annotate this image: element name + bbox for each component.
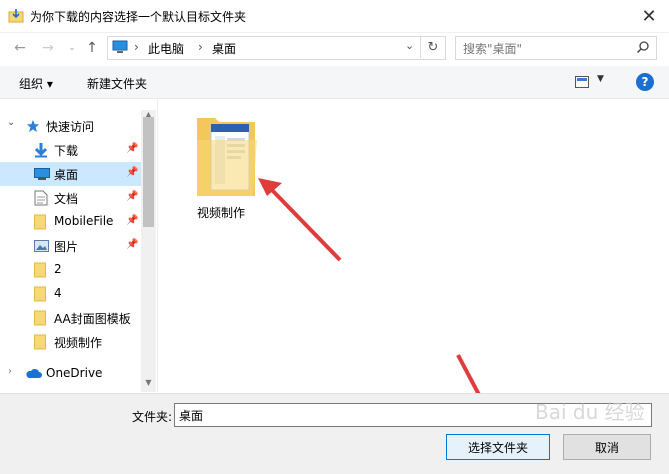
search-placeholder: 搜索"桌面"	[463, 42, 523, 56]
monitor-icon	[112, 40, 128, 53]
refresh-button[interactable]: ↻	[420, 36, 445, 58]
search-icon	[636, 41, 649, 54]
sidebar-item-documents[interactable]: 文档 📌	[0, 186, 141, 210]
sidebar-item-label: 图片	[54, 240, 79, 254]
sidebar-item-pictures[interactable]: 图片 📌	[0, 234, 141, 258]
view-options-icon[interactable]	[575, 76, 589, 88]
address-bar[interactable]: › 此电脑 › 桌面 ⌄	[107, 36, 446, 60]
folder-icon	[34, 262, 46, 278]
up-button[interactable]: ↑	[82, 38, 102, 58]
folder-name: 视频制作	[197, 206, 246, 220]
search-box[interactable]: 搜索"桌面"	[455, 36, 657, 60]
navigation-pane: ⌄ 快速访问 下载 📌 桌面 📌 文档 📌 MobileFile 📌 图片 📌 …	[0, 110, 156, 392]
chevron-right-icon[interactable]: ›	[8, 366, 12, 377]
sidebar-item-label: 文档	[54, 192, 79, 206]
close-button[interactable]: ✕	[629, 0, 669, 32]
document-icon	[34, 190, 48, 206]
download-icon	[34, 143, 48, 158]
pin-icon: 📌	[126, 191, 139, 202]
sidebar-item-onedrive[interactable]: › OneDrive	[0, 362, 141, 386]
new-folder-button[interactable]: 新建文件夹	[87, 75, 147, 92]
sidebar-item-mobilefile[interactable]: MobileFile 📌	[0, 210, 141, 234]
watermark: Bai du 经验	[535, 400, 645, 424]
sidebar-item-label: AA封面图模板	[54, 312, 131, 326]
toolbar: 组织 ▾ 新建文件夹 ▼ ?	[0, 66, 669, 99]
sidebar-item-video-production[interactable]: 视频制作	[0, 330, 141, 354]
pin-icon: 📌	[126, 143, 139, 154]
sidebar-item-label: 4	[54, 286, 62, 300]
download-folder-icon	[8, 9, 24, 23]
breadcrumb-this-pc[interactable]: 此电脑	[148, 40, 184, 57]
pin-icon: 📌	[126, 215, 139, 226]
picture-icon	[34, 240, 49, 252]
sidebar-item-label: 视频制作	[54, 336, 103, 350]
folder-input-value: 桌面	[179, 409, 204, 423]
help-button[interactable]: ?	[636, 73, 654, 91]
folder-icon	[34, 334, 46, 350]
sidebar-item-label: 2	[54, 262, 62, 276]
sidebar-item-desktop[interactable]: 桌面 📌	[0, 162, 141, 186]
folder-icon	[34, 286, 46, 302]
sidebar-item-label: OneDrive	[46, 366, 103, 380]
desktop-icon	[34, 168, 50, 180]
chevron-down-icon[interactable]: ⌄	[405, 39, 414, 52]
breadcrumb-separator: ›	[134, 40, 139, 54]
pin-icon: 📌	[126, 167, 139, 178]
back-button[interactable]: ←	[10, 38, 30, 58]
folder-field-label: 文件夹:	[132, 410, 173, 424]
sidebar-item-downloads[interactable]: 下载 📌	[0, 138, 141, 162]
scroll-down-arrow[interactable]: ▼	[141, 378, 156, 390]
sidebar-item-label: 快速访问	[46, 120, 95, 134]
recent-locations-button[interactable]: ⌄	[62, 38, 82, 58]
sidebar-item-label: MobileFile	[54, 214, 114, 228]
folder-icon	[34, 310, 46, 326]
chevron-expanded-icon[interactable]: ⌄	[7, 117, 15, 128]
view-dropdown-icon[interactable]: ▼	[597, 74, 604, 84]
cloud-icon	[26, 368, 42, 378]
forward-button[interactable]: →	[38, 38, 58, 58]
sidebar-item-folder-2[interactable]: 2	[0, 258, 141, 282]
window-title: 为你下载的内容选择一个默认目标文件夹	[30, 10, 247, 24]
pin-icon: 📌	[126, 239, 139, 250]
cancel-button[interactable]: 取消	[563, 434, 651, 460]
sidebar-item-quick-access[interactable]: ⌄ 快速访问	[0, 114, 141, 138]
sidebar-item-aa-cover-template[interactable]: AA封面图模板	[0, 306, 141, 330]
folder-thumbnail-icon	[197, 118, 257, 196]
organize-button[interactable]: 组织 ▾	[19, 75, 53, 92]
sidebar-item-label: 桌面	[54, 168, 79, 182]
sidebar-item-label: 下载	[54, 144, 79, 158]
select-folder-button[interactable]: 选择文件夹	[446, 434, 550, 460]
sidebar-item-folder-4[interactable]: 4	[0, 282, 141, 306]
breadcrumb-desktop[interactable]: 桌面	[212, 40, 236, 57]
star-icon	[26, 119, 40, 133]
folder-icon	[34, 214, 46, 230]
scrollbar-thumb[interactable]	[143, 117, 154, 227]
breadcrumb-separator: ›	[198, 40, 203, 54]
